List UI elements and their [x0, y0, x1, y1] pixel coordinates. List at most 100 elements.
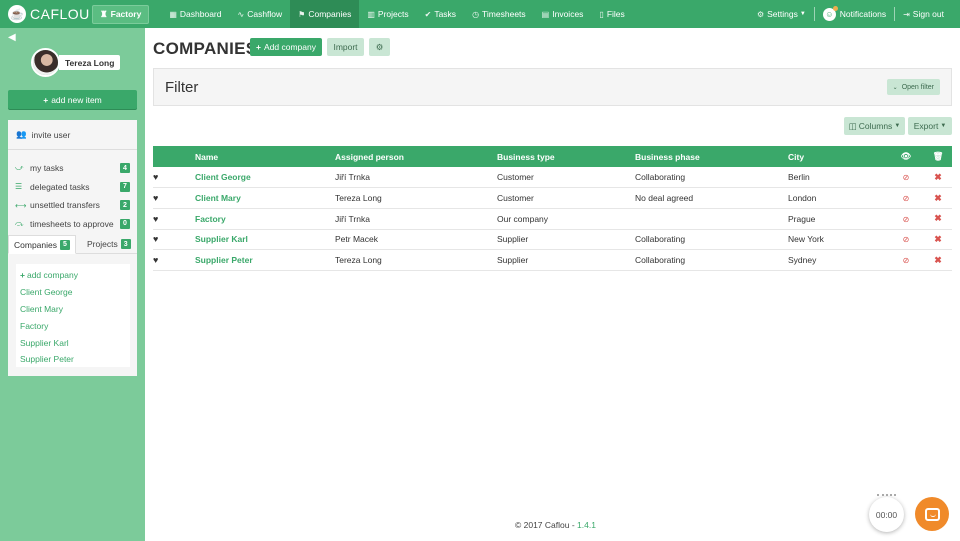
favorite-heart-icon[interactable]: ♥	[153, 229, 195, 251]
columns-dropdown[interactable]: ◫ Columns ▼	[844, 117, 905, 135]
add-company-link[interactable]: + add company	[16, 267, 130, 284]
delete-x-icon[interactable]: ✖	[924, 229, 952, 251]
header-business-type[interactable]: Business type	[497, 146, 635, 167]
cell-city: Prague	[788, 208, 888, 230]
delete-x-icon[interactable]: ✖	[924, 208, 952, 230]
delete-x-icon[interactable]: ✖	[924, 167, 952, 189]
back-arrow-icon[interactable]: ◀	[8, 32, 16, 43]
stat-row-my-tasks[interactable]: ⤻ my tasks 4	[8, 159, 137, 178]
nav-dashboard[interactable]: ▦ Dashboard	[161, 0, 229, 28]
open-filter-button[interactable]: ⌄ Open filter	[886, 79, 940, 95]
chat-button[interactable]	[915, 497, 949, 531]
nav-files-label: Files	[606, 9, 625, 19]
cell-city: New York	[788, 229, 888, 251]
stat-row-delegated-tasks[interactable]: ☰ delegated tasks 7	[8, 178, 137, 197]
notifications-label: Notifications	[839, 9, 887, 19]
nav-cashflow-label: Cashflow	[247, 9, 283, 19]
cell-name[interactable]: Client George	[195, 167, 335, 189]
hide-eye-icon[interactable]: ⊘	[888, 208, 924, 230]
sign-out-icon: ⇥	[903, 9, 910, 19]
company-list-item[interactable]: Client Mary	[16, 301, 130, 318]
settings-menu[interactable]: ⚙ Settings ▼	[749, 0, 814, 28]
cell-name[interactable]: Supplier Peter	[195, 249, 335, 271]
companies-table: Name Assigned person Business type Busin…	[153, 146, 952, 271]
add-new-item-button[interactable]: + add new item	[8, 90, 137, 109]
header-city[interactable]: City	[788, 146, 888, 167]
header-fav	[153, 146, 195, 167]
table-row[interactable]: ♥ Client George Jiří Trnka Customer Collabor…	[153, 167, 952, 189]
export-label: Export	[913, 121, 939, 131]
hide-eye-icon[interactable]: ⊘	[888, 167, 924, 189]
user-name[interactable]: Tereza Long	[59, 55, 121, 70]
footer-version[interactable]: 1.4.1	[577, 520, 596, 530]
transfers-icon: ⟷	[15, 200, 27, 210]
company-list-item[interactable]: Supplier Karl	[16, 334, 130, 351]
header-assigned-person[interactable]: Assigned person	[335, 146, 497, 167]
plus-icon: +	[20, 270, 25, 281]
cell-name[interactable]: Client Mary	[195, 187, 335, 209]
stat-label: timesheets to approve	[30, 218, 114, 229]
hide-eye-icon[interactable]: ⊘	[888, 229, 924, 251]
sign-out-link[interactable]: ⇥ Sign out	[895, 0, 960, 28]
nav-menu: ▦ Dashboard ∿ Cashflow ⚑ Companies ▥ Projects ✔ T…	[161, 0, 632, 28]
nav-invoices[interactable]: ▤ Invoices	[534, 0, 592, 28]
favorite-heart-icon[interactable]: ♥	[153, 187, 195, 209]
header-name[interactable]: Name	[195, 146, 335, 167]
settings-button[interactable]: ⚙	[369, 38, 390, 56]
factory-switch-button[interactable]: ♜ Factory	[92, 4, 150, 24]
tab-projects[interactable]: Projects 3	[82, 235, 136, 253]
settings-label: Settings	[767, 9, 798, 19]
plus-icon: +	[256, 42, 261, 52]
table-row[interactable]: ♥ Supplier Karl Petr Macek Supplier Collabor…	[153, 229, 952, 251]
sidebar-tab-row: Companies 5 Projects 3	[8, 235, 137, 254]
delegated-tasks-icon: ☰	[15, 182, 23, 192]
stat-row-unsettled-transfers[interactable]: ⟷ unsettled transfers 2	[8, 196, 137, 215]
chevron-down-icon: ⌄	[892, 84, 898, 91]
cell-business-type: Supplier	[497, 229, 635, 251]
stat-row-timesheets-to-approve[interactable]: ⤼ timesheets to approve 0	[8, 215, 137, 234]
header-business-phase[interactable]: Business phase	[635, 146, 788, 167]
cell-name[interactable]: Supplier Karl	[195, 229, 335, 251]
cell-business-type: Our company	[497, 208, 635, 230]
gear-icon: ⚙	[756, 9, 765, 19]
delete-x-icon[interactable]: ✖	[924, 249, 952, 271]
hide-eye-icon[interactable]: ⊘	[888, 249, 924, 271]
nav-companies[interactable]: ⚑ Companies	[290, 0, 360, 28]
company-list-item[interactable]: Factory	[16, 317, 130, 334]
logo[interactable]: ☕ CAFLOU	[8, 5, 92, 23]
nav-timesheets[interactable]: ◷ Timesheets	[464, 0, 534, 28]
export-dropdown[interactable]: Export ▼	[908, 117, 952, 135]
nav-tasks[interactable]: ✔ Tasks	[417, 0, 464, 28]
company-list-item[interactable]: Client George	[16, 284, 130, 301]
cell-business-phase	[635, 208, 788, 230]
company-list-item[interactable]: Supplier Peter	[16, 351, 130, 368]
invite-user-link[interactable]: 👥 invite user	[8, 120, 137, 149]
delete-x-icon[interactable]: ✖	[924, 187, 952, 209]
nav-projects[interactable]: ▥ Projects	[359, 0, 416, 28]
add-company-button[interactable]: + Add company	[250, 38, 322, 56]
timesheets-approve-icon: ⤼	[15, 218, 24, 228]
timer-widget[interactable]: 00:00	[869, 494, 904, 532]
top-navbar: ☕ CAFLOU ♜ Factory ▦ Dashboard ∿ Cashflow ⚑ C…	[0, 0, 960, 28]
tab-companies-label: Companies	[14, 239, 57, 250]
tab-companies[interactable]: Companies 5	[8, 235, 76, 254]
cell-city: Berlin	[788, 167, 888, 189]
cell-name[interactable]: Factory	[195, 208, 335, 230]
stat-label: delegated tasks	[30, 181, 90, 192]
notifications-link[interactable]: ☺ Notifications	[815, 0, 894, 28]
import-button[interactable]: Import	[327, 38, 364, 56]
table-row[interactable]: ♥ Client Mary Tereza Long Customer No deal a…	[153, 187, 952, 209]
favorite-heart-icon[interactable]: ♥	[153, 208, 195, 230]
table-row[interactable]: ♥ Factory Jiří Trnka Our company Prague ⊘ ✖	[153, 208, 952, 230]
favorite-heart-icon[interactable]: ♥	[153, 167, 195, 189]
logo-text: CAFLOU	[30, 6, 90, 22]
table-row[interactable]: ♥ Supplier Peter Tereza Long Supplier Collab…	[153, 249, 952, 271]
header-trash-icon: 🗑	[924, 146, 952, 167]
avatar[interactable]	[31, 48, 60, 77]
cell-business-type: Supplier	[497, 249, 635, 271]
hide-eye-icon[interactable]: ⊘	[888, 187, 924, 209]
nav-files[interactable]: ▯ Files	[591, 0, 632, 28]
add-new-item-label: add new item	[51, 94, 102, 105]
nav-cashflow[interactable]: ∿ Cashflow	[230, 0, 291, 28]
favorite-heart-icon[interactable]: ♥	[153, 249, 195, 271]
